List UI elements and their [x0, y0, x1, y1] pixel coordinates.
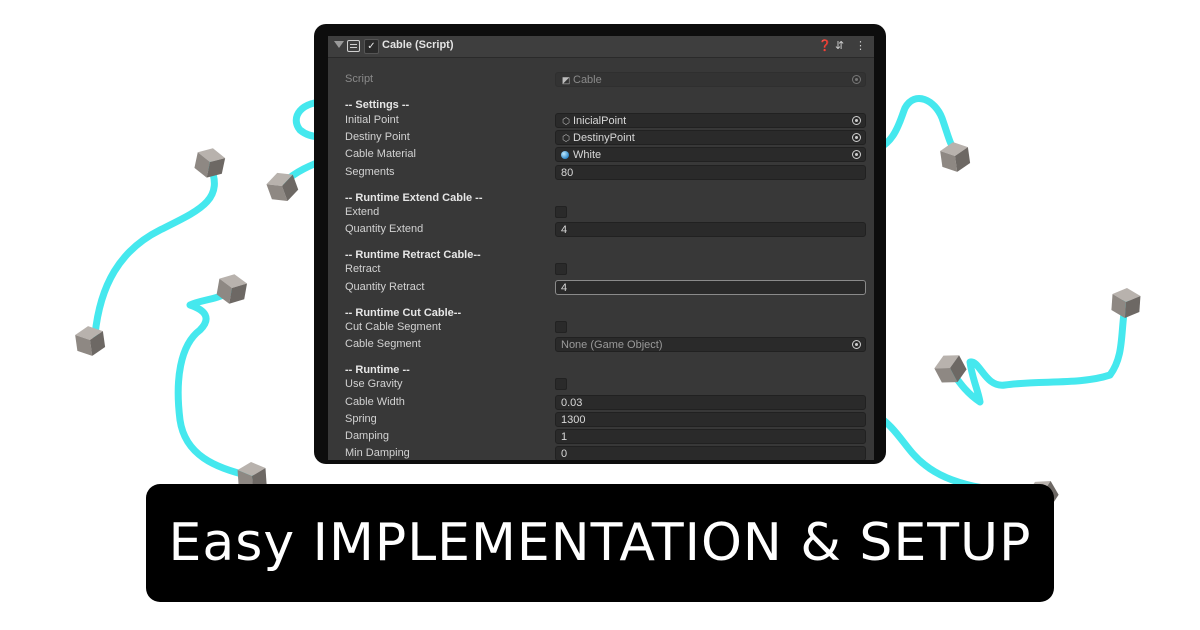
script-field[interactable]: ◩ Cable [555, 72, 866, 87]
component-enabled-checkbox[interactable]: ✓ [364, 39, 379, 54]
object-picker-icon[interactable] [852, 340, 861, 349]
spring-label: Spring [345, 413, 377, 425]
script-value: Cable [573, 74, 602, 86]
runtime-header: -- Runtime -- [345, 364, 410, 376]
component-title: Cable (Script) [382, 39, 454, 51]
quantity-retract-label: Quantity Retract [345, 281, 425, 293]
initial-point-value: InicialPoint [573, 115, 627, 127]
cube-upper-right [939, 140, 972, 174]
cut-cable-segment-checkbox[interactable] [555, 321, 567, 333]
use-gravity-label: Use Gravity [345, 378, 403, 390]
quantity-extend-input[interactable]: 4 [555, 222, 866, 237]
cube-lower-left [74, 324, 107, 358]
gameobject-icon: ⬡ [562, 116, 570, 126]
use-gravity-checkbox[interactable] [555, 378, 567, 390]
component-header[interactable]: ✓ Cable (Script) ❓ ⇵ ⋮ [328, 36, 874, 58]
gameobject-icon: ⬡ [562, 133, 570, 143]
inspector-panel: ✓ Cable (Script) ❓ ⇵ ⋮ Script ◩ Cable -- … [328, 36, 874, 460]
retract-checkbox[interactable] [555, 263, 567, 275]
cable-material-label: Cable Material [345, 148, 416, 160]
cable-segment-label: Cable Segment [345, 338, 421, 350]
extend-label: Extend [345, 206, 380, 218]
banner-text: Easy IMPLEMENTATION & SETUP [168, 513, 1032, 573]
material-sphere-icon [561, 151, 569, 159]
quantity-retract-input[interactable]: 4 [555, 280, 866, 295]
cube-middle-left [215, 271, 249, 307]
cable-segment-value: None (Game Object) [561, 339, 663, 351]
extend-checkbox[interactable] [555, 206, 567, 218]
script-component-icon [347, 40, 360, 52]
destiny-point-label: Destiny Point [345, 131, 410, 143]
min-damping-label: Min Damping [345, 447, 410, 459]
initial-point-field[interactable]: ⬡ InicialPoint [555, 113, 866, 128]
help-icon[interactable]: ❓ [818, 39, 832, 52]
initial-point-label: Initial Point [345, 114, 399, 126]
cable-middle-left [174, 288, 254, 480]
min-damping-input[interactable]: 0 [555, 446, 866, 460]
settings-header: -- Settings -- [345, 99, 410, 111]
cut-header: -- Runtime Cut Cable-- [345, 307, 462, 319]
kebab-menu-icon[interactable]: ⋮ [855, 39, 866, 52]
cube-right [1110, 287, 1141, 319]
object-picker-icon[interactable] [852, 133, 861, 142]
segments-input[interactable]: 80 [555, 165, 866, 180]
damping-input[interactable]: 1 [555, 429, 866, 444]
preset-icon[interactable]: ⇵ [835, 39, 844, 52]
destiny-point-field[interactable]: ⬡ DestinyPoint [555, 130, 866, 145]
spring-input[interactable]: 1300 [555, 412, 866, 427]
segments-label: Segments [345, 166, 395, 178]
cube-upper-left [192, 145, 227, 181]
destiny-point-value: DestinyPoint [573, 132, 635, 144]
cable-material-field[interactable]: White [555, 147, 866, 162]
retract-header: -- Runtime Retract Cable-- [345, 249, 481, 261]
foldout-arrow-icon[interactable] [334, 41, 344, 48]
cable-width-input[interactable]: 0.03 [555, 395, 866, 410]
cable-segment-field[interactable]: None (Game Object) [555, 337, 866, 352]
quantity-extend-label: Quantity Extend [345, 223, 424, 235]
object-picker-icon[interactable] [852, 150, 861, 159]
banner: Easy IMPLEMENTATION & SETUP [146, 484, 1054, 602]
inspector-frame: ✓ Cable (Script) ❓ ⇵ ⋮ Script ◩ Cable -- … [314, 24, 886, 464]
cable-material-value: White [573, 149, 602, 161]
object-picker-icon[interactable] [852, 116, 861, 125]
cable-right [948, 296, 1130, 406]
cable-width-label: Cable Width [345, 396, 405, 408]
cut-cable-segment-label: Cut Cable Segment [345, 321, 441, 333]
cable-lower-right [869, 408, 1044, 496]
retract-label: Retract [345, 263, 381, 275]
script-file-icon: ◩ [561, 75, 571, 85]
object-picker-icon[interactable] [852, 75, 861, 84]
damping-label: Damping [345, 430, 390, 442]
script-label: Script [345, 73, 374, 85]
extend-header: -- Runtime Extend Cable -- [345, 192, 483, 204]
